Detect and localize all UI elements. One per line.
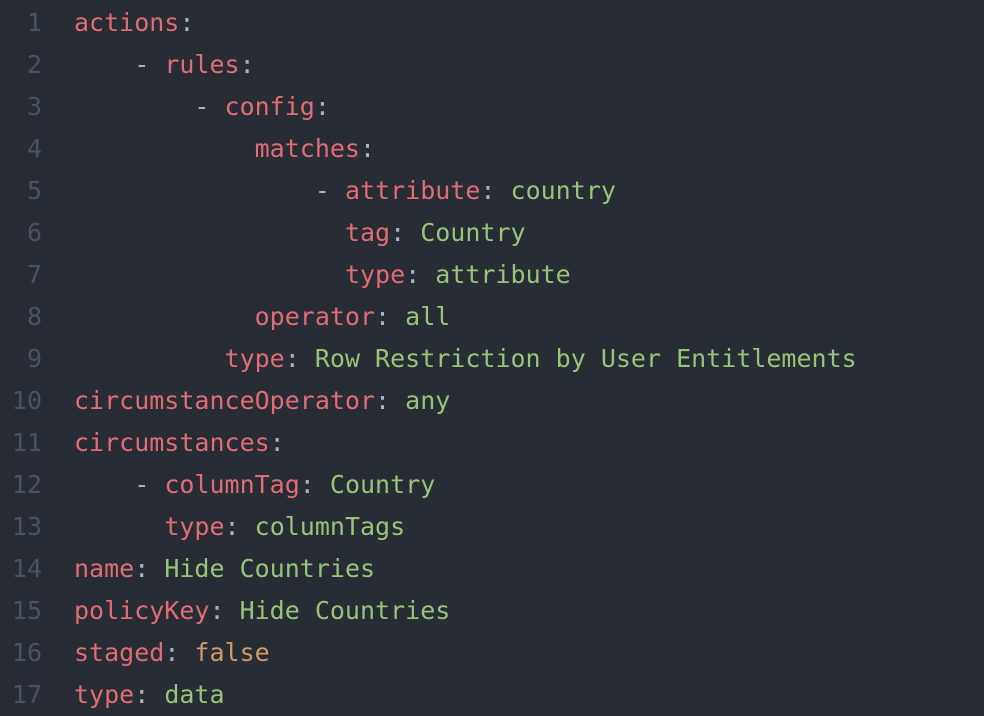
code-line: tag: Country	[74, 212, 984, 254]
yaml-punct: :	[360, 134, 375, 163]
code-line: - config:	[74, 86, 984, 128]
code-line: circumstances:	[74, 422, 984, 464]
code-line: actions:	[74, 2, 984, 44]
line-number-gutter: 1234567891011121314151617	[0, 0, 60, 716]
code-line: type: data	[74, 674, 984, 716]
yaml-punct: :	[179, 8, 194, 37]
yaml-string: any	[405, 386, 450, 415]
yaml-string: columnTags	[255, 512, 406, 541]
line-number: 3	[0, 86, 42, 128]
yaml-key: operator	[255, 302, 375, 331]
code-line: - rules:	[74, 44, 984, 86]
line-number: 1	[0, 2, 42, 44]
yaml-string: all	[405, 302, 450, 331]
line-number: 13	[0, 506, 42, 548]
yaml-string: attribute	[435, 260, 570, 289]
yaml-punct: :	[405, 260, 435, 289]
line-number: 8	[0, 296, 42, 338]
line-number: 7	[0, 254, 42, 296]
yaml-dash: -	[74, 176, 345, 205]
yaml-key: policyKey	[74, 596, 209, 625]
line-number: 16	[0, 632, 42, 674]
line-number: 5	[0, 170, 42, 212]
yaml-key: columnTag	[164, 470, 299, 499]
code-line: type: attribute	[74, 254, 984, 296]
yaml-key: type	[74, 680, 134, 709]
yaml-key: type	[164, 512, 224, 541]
yaml-key: tag	[345, 218, 390, 247]
yaml-punct: :	[375, 302, 405, 331]
yaml-punct: :	[375, 386, 405, 415]
yaml-key: name	[74, 554, 134, 583]
code-editor: 1234567891011121314151617 actions: - rul…	[0, 0, 984, 716]
code-content[interactable]: actions: - rules: - config: matches: - a…	[60, 0, 984, 716]
yaml-punct	[74, 512, 164, 541]
yaml-dash: -	[74, 92, 225, 121]
yaml-punct	[74, 260, 345, 289]
line-number: 6	[0, 212, 42, 254]
yaml-key: rules	[164, 50, 239, 79]
code-line: operator: all	[74, 296, 984, 338]
yaml-string: Hide Countries	[164, 554, 375, 583]
yaml-punct	[74, 134, 255, 163]
yaml-punct: :	[270, 428, 285, 457]
yaml-bool: false	[194, 638, 269, 667]
yaml-string: Country	[330, 470, 435, 499]
yaml-key: matches	[255, 134, 360, 163]
yaml-punct	[74, 218, 345, 247]
code-line: - attribute: country	[74, 170, 984, 212]
line-number: 2	[0, 44, 42, 86]
yaml-punct: :	[240, 50, 255, 79]
line-number: 12	[0, 464, 42, 506]
code-line: policyKey: Hide Countries	[74, 590, 984, 632]
yaml-punct: :	[164, 638, 194, 667]
code-line: matches:	[74, 128, 984, 170]
yaml-key: config	[225, 92, 315, 121]
yaml-key: actions	[74, 8, 179, 37]
line-number: 15	[0, 590, 42, 632]
yaml-punct: :	[300, 470, 330, 499]
yaml-punct	[74, 344, 225, 373]
yaml-punct: :	[225, 512, 255, 541]
yaml-dash: -	[74, 470, 164, 499]
yaml-string: Country	[420, 218, 525, 247]
yaml-punct	[74, 302, 255, 331]
yaml-punct: :	[134, 554, 164, 583]
yaml-key: attribute	[345, 176, 480, 205]
yaml-string: Row Restriction by User Entitlements	[315, 344, 857, 373]
yaml-key: type	[225, 344, 285, 373]
yaml-key: circumstances	[74, 428, 270, 457]
code-line: circumstanceOperator: any	[74, 380, 984, 422]
code-line: name: Hide Countries	[74, 548, 984, 590]
yaml-punct: :	[480, 176, 510, 205]
yaml-key: type	[345, 260, 405, 289]
yaml-key: circumstanceOperator	[74, 386, 375, 415]
code-line: staged: false	[74, 632, 984, 674]
yaml-string: country	[511, 176, 616, 205]
line-number: 11	[0, 422, 42, 464]
yaml-punct: :	[315, 92, 330, 121]
line-number: 4	[0, 128, 42, 170]
code-line: - columnTag: Country	[74, 464, 984, 506]
yaml-key: staged	[74, 638, 164, 667]
yaml-string: Hide Countries	[240, 596, 451, 625]
yaml-punct: :	[390, 218, 420, 247]
yaml-dash: -	[74, 50, 164, 79]
yaml-punct: :	[209, 596, 239, 625]
line-number: 17	[0, 674, 42, 716]
code-line: type: columnTags	[74, 506, 984, 548]
line-number: 9	[0, 338, 42, 380]
line-number: 10	[0, 380, 42, 422]
code-line: type: Row Restriction by User Entitlemen…	[74, 338, 984, 380]
yaml-punct: :	[285, 344, 315, 373]
yaml-string: data	[164, 680, 224, 709]
line-number: 14	[0, 548, 42, 590]
yaml-punct: :	[134, 680, 164, 709]
